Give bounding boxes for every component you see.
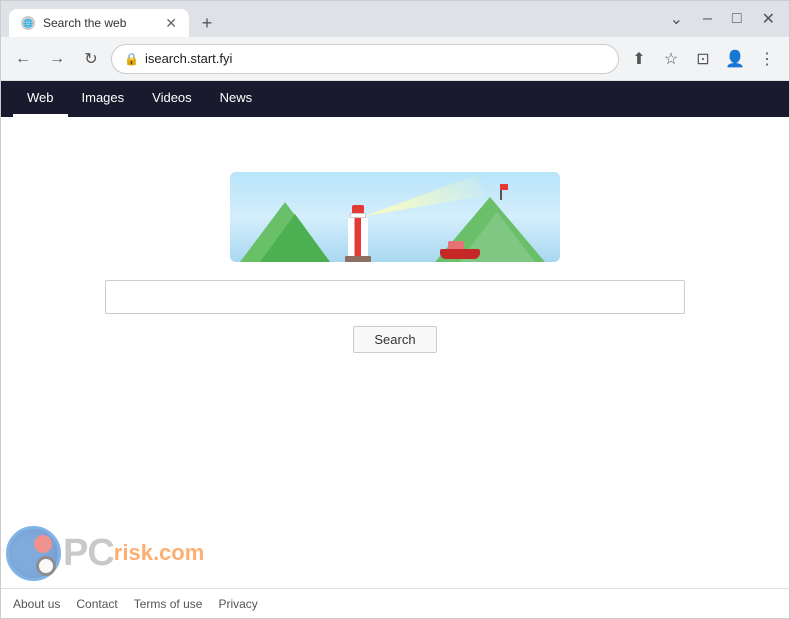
browser-tab[interactable]: 🌐 Search the web ✕ (9, 9, 189, 37)
flag-pole (500, 190, 502, 200)
close-button[interactable]: ✕ (756, 7, 781, 31)
toolbar-actions: ⬆ ☆ ⊡ 👤 ⋮ (625, 45, 781, 73)
site-nav-item-news[interactable]: News (206, 81, 267, 117)
url-text: isearch.start.fyi (145, 51, 606, 66)
window-controls: ⌄ – □ ✕ (664, 7, 781, 31)
footer-link-terms[interactable]: Terms of use (134, 597, 203, 611)
reading-mode-icon[interactable]: ⊡ (689, 45, 717, 73)
lock-icon: 🔒 (124, 52, 139, 66)
footer-link-contact[interactable]: Contact (76, 597, 117, 611)
boat-cabin (448, 241, 464, 249)
search-button[interactable]: Search (353, 326, 436, 353)
flag (500, 184, 508, 200)
address-bar[interactable]: 🔒 isearch.start.fyi (111, 44, 619, 74)
share-icon[interactable]: ⬆ (625, 45, 653, 73)
site-nav-item-web[interactable]: Web (13, 81, 68, 117)
lighthouse (345, 205, 371, 262)
chevron-down-icon[interactable]: ⌄ (664, 7, 689, 31)
site-nav-bar: Web Images Videos News (1, 81, 789, 117)
hero-image (230, 172, 560, 262)
page-content: Search About us Contact Terms of use Pri… (1, 117, 789, 618)
watermark-pc-text: PC (63, 532, 114, 575)
lighthouse-base (345, 256, 371, 262)
boat (440, 249, 480, 259)
footer: About us Contact Terms of use Privacy (1, 588, 789, 618)
menu-icon[interactable]: ⋮ (753, 45, 781, 73)
footer-link-about[interactable]: About us (13, 597, 60, 611)
pcrisk-logo-icon (6, 526, 61, 581)
profile-icon[interactable]: 👤 (721, 45, 749, 73)
tab-favicon: 🌐 (21, 16, 35, 30)
forward-button[interactable]: → (43, 45, 71, 73)
lighthouse-top (352, 205, 364, 213)
back-button[interactable]: ← (9, 45, 37, 73)
reload-button[interactable]: ↻ (77, 45, 105, 73)
search-input[interactable] (105, 280, 685, 314)
site-nav-item-images[interactable]: Images (68, 81, 139, 117)
maximize-button[interactable]: □ (726, 8, 748, 30)
site-nav-item-videos[interactable]: Videos (138, 81, 206, 117)
lighthouse-body (348, 218, 368, 256)
boat-body (440, 249, 480, 259)
tab-close-button[interactable]: ✕ (165, 16, 177, 30)
search-area: Search (105, 280, 685, 353)
minimize-button[interactable]: – (697, 8, 718, 30)
title-bar: 🌐 Search the web ✕ + ⌄ – □ ✕ (1, 1, 789, 37)
bookmark-icon[interactable]: ☆ (657, 45, 685, 73)
tab-title: Search the web (43, 16, 157, 30)
mountain-left-front (260, 214, 330, 262)
watermark-overlay: PC risk.com (1, 518, 291, 588)
browser-frame: 🌐 Search the web ✕ + ⌄ – □ ✕ ← → ↻ 🔒 ise… (0, 0, 790, 619)
browser-toolbar: ← → ↻ 🔒 isearch.start.fyi ⬆ ☆ ⊡ 👤 ⋮ (1, 37, 789, 81)
magnifier-icon (36, 556, 56, 576)
new-tab-button[interactable]: + (193, 9, 221, 37)
watermark-domain-text: risk.com (114, 540, 205, 566)
footer-link-privacy[interactable]: Privacy (218, 597, 257, 611)
tab-bar: 🌐 Search the web ✕ + (9, 1, 656, 37)
